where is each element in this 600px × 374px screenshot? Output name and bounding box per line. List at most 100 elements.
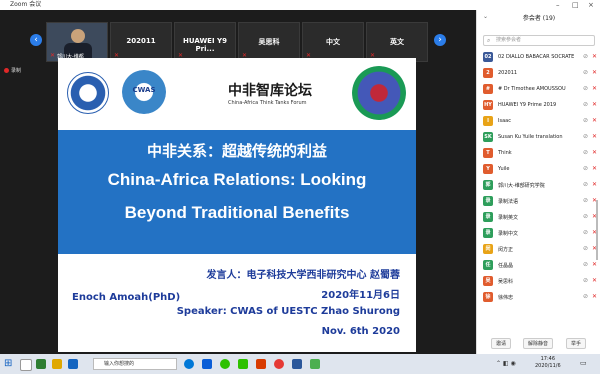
thumbnail-label: 吴思科 bbox=[258, 38, 280, 46]
participant-row[interactable]: 02 02 DIALLO BABACAR SOCRATE ⊘ ✕ bbox=[477, 50, 600, 66]
file-explorer-icon[interactable] bbox=[52, 359, 62, 369]
participant-row[interactable]: 闵闵方正 ⊘ ✕ bbox=[477, 242, 600, 258]
participant-name: # Dr Timothee AMOUSSOU bbox=[498, 86, 566, 92]
record-dot-icon bbox=[4, 68, 9, 73]
search-icon: ⌕ bbox=[487, 37, 491, 44]
taskbar-search-input[interactable]: 输入你想搜的 bbox=[93, 358, 177, 370]
person-head bbox=[71, 29, 85, 43]
participant-avatar: # bbox=[483, 84, 493, 94]
participants-header: ⌄ 参会者 (19) bbox=[477, 13, 600, 22]
participant-row[interactable]: 吴吴思科 ⊘ ✕ bbox=[477, 274, 600, 290]
clock-time: 17:46 bbox=[540, 356, 556, 362]
participant-row[interactable]: 录录制英文 ⊘ ✕ bbox=[477, 210, 600, 226]
participant-name: 录制法语 bbox=[498, 199, 519, 205]
app-icon-1[interactable] bbox=[36, 359, 46, 369]
powerpoint-icon[interactable] bbox=[256, 359, 266, 369]
participant-row[interactable]: 郭郭川大-维部研究学院 ⊘ ✕ bbox=[477, 178, 600, 194]
participants-title: 参会者 (19) bbox=[522, 15, 556, 22]
windows-start-icon[interactable]: ⊞ bbox=[4, 358, 12, 369]
thumbnail-202011[interactable]: 202011 ✕ bbox=[110, 22, 172, 62]
wechat-work-icon[interactable] bbox=[238, 359, 248, 369]
window-title: Zoom 会议 bbox=[10, 1, 42, 8]
mic-off-icon[interactable]: ✕ bbox=[592, 133, 597, 140]
mic-off-icon[interactable]: ✕ bbox=[592, 261, 597, 268]
app-icon-3[interactable] bbox=[274, 359, 284, 369]
system-tray-icons[interactable]: ⌃ ◧ ◉ bbox=[496, 360, 516, 367]
participant-search-input[interactable]: ⌕ 搜索参会者 bbox=[483, 35, 595, 46]
video-off-icon: ⊘ bbox=[582, 117, 588, 124]
word-icon[interactable] bbox=[292, 359, 302, 369]
participant-name: 吴思科 bbox=[498, 279, 514, 285]
participant-row[interactable]: 徐徐伟忠 ⊘ ✕ bbox=[477, 290, 600, 306]
speaker-en: Speaker: CWAS of UESTC Zhao Shurong bbox=[176, 306, 400, 317]
mic-off-icon[interactable]: ✕ bbox=[592, 117, 597, 124]
thumbnail-huawei[interactable]: HUAWEI Y9 Pri... ✕ bbox=[174, 22, 236, 62]
participant-row[interactable]: 2 202011 ⊘ ✕ bbox=[477, 66, 600, 82]
participant-row[interactable]: Y Yuile ⊘ ✕ bbox=[477, 162, 600, 178]
thumbnail-video[interactable]: ✕ 郭川大-维都 bbox=[46, 22, 108, 62]
mic-off-icon[interactable]: ✕ bbox=[592, 69, 597, 76]
taskbar-clock[interactable]: 17:46 2020/11/6 bbox=[535, 356, 561, 370]
wechat-icon[interactable] bbox=[220, 359, 230, 369]
mic-off-icon[interactable]: ✕ bbox=[592, 293, 597, 300]
video-off-icon: ⊘ bbox=[582, 53, 588, 60]
close-icon[interactable]: × bbox=[588, 0, 594, 10]
cwas-logo-text: CWAS bbox=[132, 86, 156, 94]
thumbnail-label: HUAWEI Y9 Pri... bbox=[183, 37, 227, 53]
panel-scrollbar[interactable] bbox=[596, 200, 598, 260]
participant-avatar: 郭 bbox=[483, 180, 493, 190]
participant-row[interactable]: 录录制法语 ⊘ ✕ bbox=[477, 194, 600, 210]
video-off-icon: ⊘ bbox=[582, 133, 588, 140]
participant-row[interactable]: 任任晶晶 ⊘ ✕ bbox=[477, 258, 600, 274]
task-view-icon[interactable] bbox=[20, 359, 32, 371]
participants-footer: 邀请 解除静音 举手 bbox=[477, 338, 600, 352]
participant-avatar: 录 bbox=[483, 228, 493, 238]
participant-name: Susan Ku Yuile translation bbox=[498, 134, 563, 140]
recording-indicator: 录制 bbox=[4, 67, 21, 74]
forum-logo-icon bbox=[352, 66, 406, 120]
video-off-icon: ⊘ bbox=[582, 213, 588, 220]
thumbnail-wusike[interactable]: 吴思科 ✕ bbox=[238, 22, 300, 62]
video-off-icon: ⊘ bbox=[582, 181, 588, 188]
video-off-icon: ⊘ bbox=[582, 245, 588, 252]
participant-name: Yuile bbox=[498, 166, 510, 172]
participant-row[interactable]: # # Dr Timothee AMOUSSOU ⊘ ✕ bbox=[477, 82, 600, 98]
forum-title-en: China-Africa Think Tanks Forum bbox=[228, 100, 307, 106]
participants-panel: ⌄ 参会者 (19) ⌕ 搜索参会者 02 02 DIALLO BABACAR S… bbox=[476, 10, 600, 354]
mic-off-icon[interactable]: ✕ bbox=[592, 165, 597, 172]
unmute-all-button[interactable]: 解除静音 bbox=[523, 338, 554, 349]
next-page-icon[interactable]: › bbox=[434, 34, 446, 46]
participant-row[interactable]: SK Susan Ku Yuile translation ⊘ ✕ bbox=[477, 130, 600, 146]
minimize-icon[interactable]: – bbox=[556, 0, 560, 10]
app-icon-4[interactable] bbox=[310, 359, 320, 369]
mic-off-icon[interactable]: ✕ bbox=[592, 53, 597, 60]
zoom-app-icon[interactable] bbox=[202, 359, 212, 369]
maximize-icon[interactable]: □ bbox=[572, 0, 579, 10]
notification-icon[interactable]: ▭ bbox=[580, 359, 587, 367]
participant-row[interactable]: HY HUAWEI Y9 Prime 2019 ⊘ ✕ bbox=[477, 98, 600, 114]
uestc-logo-icon bbox=[67, 72, 109, 114]
prev-page-icon[interactable]: ‹ bbox=[30, 34, 42, 46]
edge-icon[interactable] bbox=[184, 359, 194, 369]
mic-off-icon[interactable]: ✕ bbox=[592, 85, 597, 92]
collapse-icon[interactable]: ⌄ bbox=[483, 13, 488, 20]
thumbnail-english[interactable]: 英文 ✕ bbox=[366, 22, 428, 62]
participant-row[interactable]: I Isaac ⊘ ✕ bbox=[477, 114, 600, 130]
slide-title-en-line1: China-Africa Relations: Looking bbox=[107, 170, 367, 189]
participant-row[interactable]: T Think ⊘ ✕ bbox=[477, 146, 600, 162]
participant-avatar: I bbox=[483, 116, 493, 126]
raise-hand-button[interactable]: 举手 bbox=[566, 338, 587, 349]
mic-off-icon: ✕ bbox=[50, 52, 56, 59]
participant-row[interactable]: 录录制中文 ⊘ ✕ bbox=[477, 226, 600, 242]
mic-off-icon[interactable]: ✕ bbox=[592, 149, 597, 156]
mic-off-icon[interactable]: ✕ bbox=[592, 101, 597, 108]
participant-name: 02 DIALLO BABACAR SOCRATE bbox=[498, 54, 575, 60]
invite-button[interactable]: 邀请 bbox=[491, 338, 512, 349]
thumbnail-chinese[interactable]: 中文 ✕ bbox=[302, 22, 364, 62]
mic-off-icon[interactable]: ✕ bbox=[592, 277, 597, 284]
slide-title-band: 中非关系：超越传统的利益 China-Africa Relations: Loo… bbox=[58, 130, 416, 254]
speaker-cn: 发言人：电子科技大学西非研究中心 赵蜀蓉 bbox=[206, 270, 400, 281]
app-icon-2[interactable] bbox=[68, 359, 78, 369]
video-off-icon: ⊘ bbox=[582, 197, 588, 204]
mic-off-icon[interactable]: ✕ bbox=[592, 181, 597, 188]
